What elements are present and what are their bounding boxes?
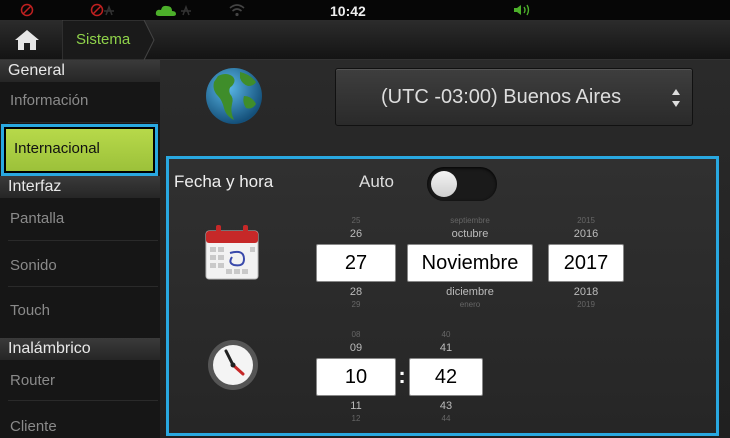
hour-far-next: 12 — [351, 414, 361, 423]
month-spinner[interactable]: septiembre octubre Noviembre diciembre e… — [407, 215, 533, 311]
cloud-icon — [155, 4, 191, 16]
divider — [8, 286, 158, 287]
sidebar: General Información Internacional Interf… — [0, 60, 160, 438]
home-icon — [15, 30, 39, 50]
year-far-next: 2019 — [577, 300, 595, 309]
sidebar-item-sonido[interactable]: Sonido — [0, 257, 160, 274]
minute-value[interactable]: 42 — [409, 358, 483, 396]
sidebar-item-informacion[interactable]: Información — [0, 92, 160, 109]
sidebar-item-router[interactable]: Router — [0, 372, 160, 389]
year-spinner[interactable]: 2015 2016 2017 2018 2019 — [548, 215, 624, 311]
month-far-prev: septiembre — [450, 216, 490, 225]
day-far-prev: 25 — [351, 216, 361, 225]
home-button[interactable] — [0, 20, 62, 60]
day-spinner[interactable]: 25 26 27 28 29 — [316, 215, 396, 311]
datetime-title: Fecha y hora — [174, 172, 274, 191]
day-value[interactable]: 27 — [316, 244, 396, 282]
hour-spinner[interactable]: 08 09 10 11 12 — [316, 329, 396, 425]
year-far-prev: 2015 — [577, 216, 595, 225]
month-far-next: enero — [459, 300, 481, 309]
toggle-knob — [431, 171, 457, 197]
divider — [8, 400, 158, 401]
status-time: 10:42 — [330, 3, 366, 19]
main-content: (UTC -03:00) Buenos Aires Fecha y hora A… — [160, 60, 730, 438]
minute-spinner[interactable]: 40 41 42 43 44 — [409, 329, 483, 425]
minute-prev: 41 — [439, 342, 453, 354]
no-network-icon — [90, 3, 114, 17]
auto-label: Auto — [359, 172, 394, 191]
hour-prev: 09 — [349, 342, 363, 354]
minute-far-next: 44 — [441, 414, 451, 423]
hour-value[interactable]: 10 — [316, 358, 396, 396]
sidebar-item-internacional[interactable]: Internacional — [1, 124, 158, 176]
clock-icon — [208, 340, 258, 390]
minute-next: 43 — [439, 400, 453, 412]
hour-next: 11 — [350, 400, 362, 412]
volume-icon — [514, 4, 530, 16]
datetime-panel: Fecha y hora Auto 25 26 27 28 29 septiem… — [166, 156, 719, 436]
time-separator: : — [398, 363, 406, 388]
sidebar-section-interfaz: Interfaz — [0, 176, 160, 198]
month-value[interactable]: Noviembre — [407, 244, 533, 282]
sidebar-item-cliente[interactable]: Cliente — [0, 418, 160, 435]
sidebar-section-general: General — [0, 60, 160, 82]
breadcrumb-label: Sistema — [76, 31, 131, 48]
year-value[interactable]: 2017 — [548, 244, 624, 282]
day-far-next: 29 — [351, 300, 361, 309]
sidebar-item-pantalla[interactable]: Pantalla — [0, 210, 160, 227]
calendar-icon — [205, 225, 259, 280]
select-arrows-icon — [672, 89, 680, 107]
globe-icon — [206, 68, 262, 124]
day-next: 28 — [349, 286, 363, 298]
sidebar-section-inalambrico: Inalámbrico — [0, 338, 160, 360]
month-prev: octubre — [451, 228, 489, 240]
timezone-value: (UTC -03:00) Buenos Aires — [381, 86, 622, 108]
breadcrumb-sistema[interactable]: Sistema — [62, 20, 156, 60]
hour-far-prev: 08 — [351, 330, 361, 339]
year-prev: 2016 — [573, 228, 599, 240]
minute-far-prev: 40 — [441, 330, 451, 339]
sidebar-item-touch[interactable]: Touch — [0, 302, 160, 319]
divider — [8, 240, 158, 241]
timezone-select[interactable]: (UTC -03:00) Buenos Aires — [335, 68, 693, 126]
divider — [8, 122, 158, 123]
status-bar: 10:42 — [0, 0, 730, 20]
year-next: 2018 — [573, 286, 599, 298]
no-signal-icon — [20, 3, 34, 17]
nav-bar: Sistema — [0, 20, 730, 60]
timezone-panel: (UTC -03:00) Buenos Aires — [160, 60, 730, 150]
auto-toggle[interactable] — [427, 167, 497, 201]
sidebar-item-label: Internacional — [6, 129, 153, 171]
day-prev: 26 — [349, 228, 363, 240]
month-next: diciembre — [446, 286, 494, 298]
wifi-icon — [229, 4, 245, 17]
